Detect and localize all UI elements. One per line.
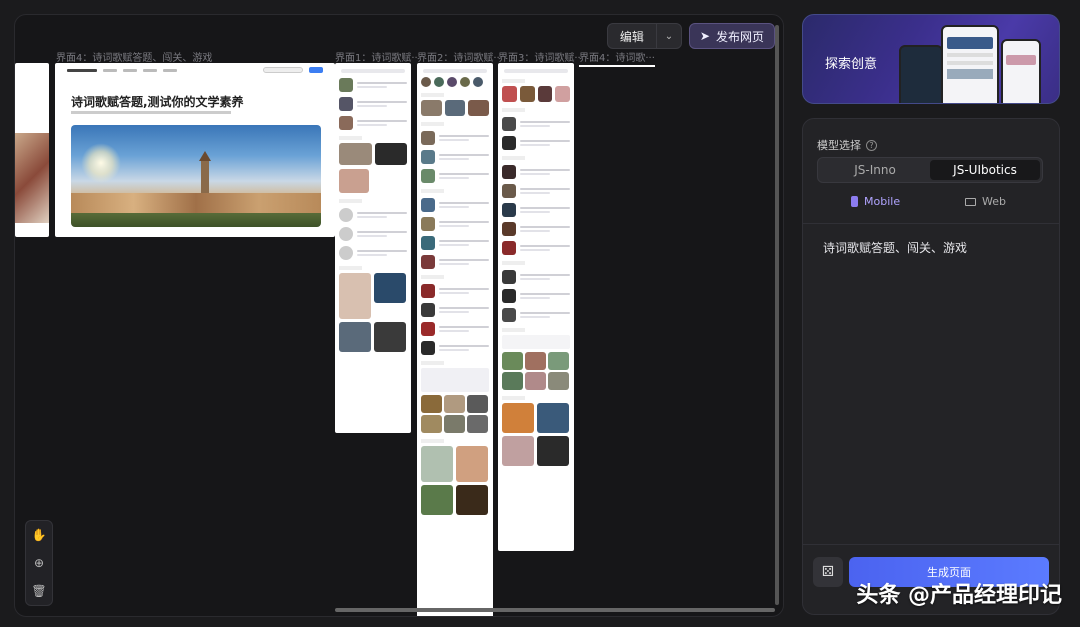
model-switch: JS-Inno JS-UIbotics [817, 157, 1043, 183]
mobile-frame-2[interactable] [417, 63, 493, 616]
canvas-toolbar: 编辑 ⌄ ➤ 发布网页 [606, 23, 775, 49]
banner-phone-image [899, 45, 943, 103]
send-icon: ➤ [699, 29, 710, 43]
model-select-label: 模型选择 ? [817, 137, 877, 153]
edit-button-group: 编辑 ⌄ [606, 23, 682, 49]
random-dice-button[interactable]: ⚄ [813, 557, 843, 587]
frame-label[interactable]: 界面4：诗词歌赋答题、闯关、游戏 [56, 49, 216, 64]
mobile-frame-1[interactable] [335, 63, 411, 433]
frame-label-selected[interactable]: 界面4：诗词歌··· [579, 49, 655, 67]
web-preview-title: 诗词歌赋答题,测试你的文学素养 [71, 95, 244, 109]
device-option-mobile[interactable]: Mobile [851, 195, 900, 208]
design-canvas[interactable]: 编辑 ⌄ ➤ 发布网页 界面4：诗词歌赋答题、闯关、游戏 界面1：诗词歌赋···… [14, 14, 784, 617]
frame-partial-image [15, 133, 49, 223]
frame-label[interactable]: 界面2：诗词歌赋··· [417, 49, 499, 64]
frame-label[interactable]: 界面1：诗词歌赋··· [335, 49, 417, 64]
hand-icon[interactable]: ✋ [29, 525, 49, 545]
model-option-js-inno[interactable]: JS-Inno [820, 160, 930, 180]
publish-button[interactable]: ➤ 发布网页 [688, 23, 775, 49]
trash-icon[interactable]: 🗑 [29, 581, 49, 601]
monitor-icon [965, 197, 976, 206]
target-icon[interactable]: ⊕ [29, 553, 49, 573]
canvas-tools: ✋ ⊕ 🗑 [25, 520, 53, 606]
web-preview-subtitle [71, 111, 231, 114]
dice-icon: ⚄ [821, 564, 835, 580]
edit-button[interactable]: 编辑 [608, 24, 657, 48]
mobile-frame-3[interactable] [498, 63, 574, 551]
help-icon[interactable]: ? [866, 139, 877, 151]
mobile-icon [851, 196, 858, 207]
publish-label: 发布网页 [715, 29, 764, 44]
explore-banner[interactable]: 探索创意 [802, 14, 1060, 104]
divider [803, 223, 1059, 224]
banner-phone-image [1001, 39, 1041, 103]
web-preview-hero-image [71, 125, 321, 227]
settings-panel: 模型选择 ? JS-Inno JS-UIbotics Mobile Web 诗词… [802, 118, 1060, 615]
horizontal-scrollbar[interactable] [335, 608, 775, 612]
device-option-web[interactable]: Web [965, 195, 1006, 208]
device-label: Mobile [864, 195, 901, 208]
banner-phone-image [941, 25, 999, 103]
watermark: 头条 @产品经理印记 [856, 583, 1062, 608]
frame-label[interactable]: 界面3：诗词歌赋··· [498, 49, 580, 64]
vertical-scrollbar[interactable] [775, 25, 779, 605]
banner-title: 探索创意 [825, 57, 878, 72]
prompt-input[interactable]: 诗词歌赋答题、闯关、游戏 [823, 239, 967, 256]
device-label: Web [982, 195, 1006, 208]
model-option-js-uibotics[interactable]: JS-UIbotics [930, 160, 1040, 180]
frame-partial[interactable] [15, 63, 49, 237]
web-frame[interactable]: 诗词歌赋答题,测试你的文学素养 [55, 63, 335, 237]
model-select-text: 模型选择 [817, 139, 861, 152]
web-preview-nav [55, 63, 335, 77]
chevron-down-icon[interactable]: ⌄ [657, 24, 681, 48]
